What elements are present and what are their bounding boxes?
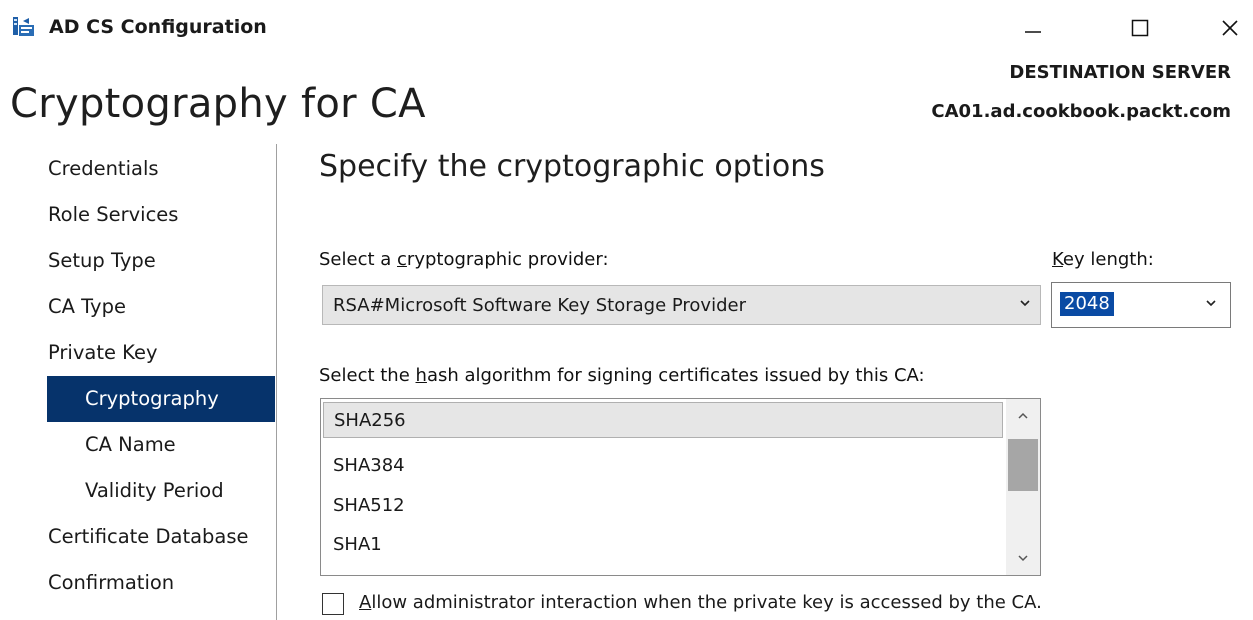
nav-divider <box>276 144 277 620</box>
hash-algorithm-label: Select the hash algorithm for signing ce… <box>319 365 925 386</box>
page-title: Cryptography for CA <box>10 81 426 127</box>
chevron-down-icon <box>1206 300 1216 307</box>
nav-item-role-services[interactable]: Role Services <box>47 192 275 238</box>
nav-item-private-key[interactable]: Private Key <box>47 330 275 376</box>
nav-item-label: Validity Period <box>85 479 224 502</box>
list-scrollbar[interactable] <box>1006 399 1040 575</box>
nav-item-label: Confirmation <box>48 571 175 594</box>
nav-item-cryptography[interactable]: Cryptography <box>47 376 275 422</box>
scroll-down-button[interactable] <box>1006 541 1040 575</box>
destination-server-label: DESTINATION SERVER <box>1009 62 1231 83</box>
nav-item-label: Cryptography <box>85 387 219 410</box>
nav-item-label: Role Services <box>48 203 179 226</box>
destination-server-name: CA01.ad.cookbook.packt.com <box>931 101 1231 122</box>
maximize-icon <box>1131 19 1149 37</box>
nav-item-credentials[interactable]: Credentials <box>47 146 275 192</box>
close-button[interactable] <box>1207 8 1253 48</box>
allow-interaction-label[interactable]: Allow administrator interaction when the… <box>359 590 1042 616</box>
nav-item-label: Certificate Database <box>48 525 249 548</box>
nav-item-confirmation[interactable]: Confirmation <box>47 560 275 606</box>
nav-item-ca-name[interactable]: CA Name <box>47 422 275 468</box>
provider-select[interactable]: RSA#Microsoft Software Key Storage Provi… <box>322 285 1041 325</box>
nav-item-validity-period[interactable]: Validity Period <box>47 468 275 514</box>
nav-item-ca-type[interactable]: CA Type <box>47 284 275 330</box>
scroll-thumb[interactable] <box>1008 439 1038 491</box>
nav-item-label: Private Key <box>48 341 158 364</box>
section-heading: Specify the cryptographic options <box>319 149 825 184</box>
nav-item-label: Credentials <box>48 157 159 180</box>
nav-item-label: CA Type <box>48 295 126 318</box>
nav-item-label: CA Name <box>85 433 176 456</box>
chevron-down-icon <box>1018 555 1028 562</box>
scroll-up-button[interactable] <box>1006 399 1040 433</box>
close-icon <box>1222 20 1238 36</box>
nav-item-setup-type[interactable]: Setup Type <box>47 238 275 284</box>
list-item-sha512[interactable]: SHA512 <box>323 487 1003 523</box>
key-length-value: 2048 <box>1060 292 1114 316</box>
hash-algorithm-list[interactable]: SHA256 SHA384 SHA512 SHA1 <box>320 398 1041 576</box>
list-item-sha1[interactable]: SHA1 <box>323 526 1003 562</box>
nav-item-label: Setup Type <box>48 249 156 272</box>
minimize-button[interactable] <box>1010 8 1056 48</box>
list-item-sha384[interactable]: SHA384 <box>323 447 1003 483</box>
key-length-select[interactable]: 2048 <box>1051 282 1231 328</box>
ad-cs-app-icon <box>12 16 36 38</box>
chevron-up-icon <box>1018 412 1028 419</box>
key-length-label: Key length: <box>1052 249 1154 270</box>
list-item-sha256[interactable]: SHA256 <box>323 402 1003 438</box>
nav-item-certificate-database[interactable]: Certificate Database <box>47 514 275 560</box>
window-title: AD CS Configuration <box>49 16 267 38</box>
chevron-down-icon <box>1020 300 1030 307</box>
allow-interaction-checkbox[interactable] <box>322 593 344 615</box>
maximize-button[interactable] <box>1117 8 1163 48</box>
provider-label: Select a cryptographic provider: <box>319 249 609 270</box>
minimize-icon <box>1025 31 1041 33</box>
provider-select-value: RSA#Microsoft Software Key Storage Provi… <box>333 294 746 316</box>
wizard-navigation: Credentials Role Services Setup Type CA … <box>47 146 275 606</box>
